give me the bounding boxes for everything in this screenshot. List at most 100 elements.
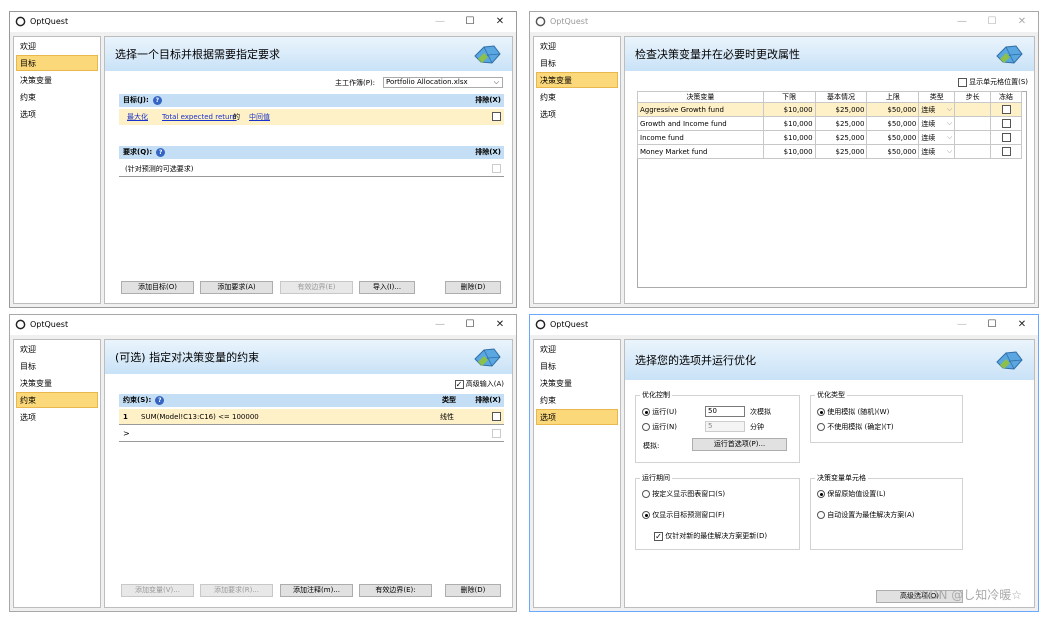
objective-metric-link[interactable]: Total expected return xyxy=(162,109,237,125)
exclude-checkbox[interactable] xyxy=(492,429,501,438)
table-row[interactable]: Aggressive Growth fund $10,000 $25,000 $… xyxy=(637,102,1022,117)
constraint-expression[interactable]: SUM(Model!C13:C16) <= 100000 xyxy=(141,409,259,425)
var-lower[interactable]: $10,000 xyxy=(762,144,816,159)
show-cell-location-checkbox[interactable] xyxy=(957,77,967,87)
nav-item-decision-vars[interactable]: 决策变量 xyxy=(16,72,98,88)
nav-item-constraints[interactable]: 约束 xyxy=(16,89,98,105)
var-freeze[interactable] xyxy=(990,102,1022,117)
run-preferences-button[interactable]: 运行首选项(P)... xyxy=(692,438,787,451)
exclude-checkbox[interactable] xyxy=(492,412,501,421)
column-header[interactable]: 冻结 xyxy=(990,91,1022,103)
var-step[interactable] xyxy=(954,116,992,131)
add-requirement-button[interactable]: 添加要求(A) xyxy=(200,281,273,294)
var-upper[interactable]: $50,000 xyxy=(866,116,920,131)
column-header[interactable]: 类型 xyxy=(918,91,956,103)
advanced-input-checkbox[interactable] xyxy=(454,379,464,389)
constraint-row[interactable]: 1 SUM(Model!C13:C16) <= 100000 线性 xyxy=(119,409,504,425)
radio-button[interactable] xyxy=(817,511,825,519)
freeze-checkbox[interactable] xyxy=(1001,119,1011,128)
minimize-button[interactable]: — xyxy=(948,15,976,29)
var-base[interactable]: $25,000 xyxy=(814,102,868,117)
var-freeze[interactable] xyxy=(990,116,1022,131)
add-requirement-button[interactable]: 添加要求(R)... xyxy=(200,584,273,597)
table-row[interactable]: Money Market fund $10,000 $25,000 $50,00… xyxy=(637,144,1022,159)
close-button[interactable]: ✕ xyxy=(1008,15,1036,29)
var-upper[interactable]: $50,000 xyxy=(866,130,920,145)
nav-item-objectives[interactable]: 目标 xyxy=(536,358,618,374)
nav-item-welcome[interactable]: 欢迎 xyxy=(16,38,98,54)
minimize-button[interactable]: — xyxy=(948,318,976,332)
nav-item-objectives[interactable]: 目标 xyxy=(16,55,98,71)
run-time-option[interactable]: 运行(N) xyxy=(642,422,677,432)
only-new-best-option[interactable]: 仅针对新的最佳解决方案更新(D) xyxy=(654,531,767,541)
nav-item-options[interactable]: 选项 xyxy=(536,106,618,122)
var-type-select[interactable]: 连续 ⌵ xyxy=(918,144,956,159)
help-icon[interactable]: ? xyxy=(155,395,165,405)
freeze-checkbox[interactable] xyxy=(1001,105,1011,114)
nav-item-decision-vars[interactable]: 决策变量 xyxy=(16,375,98,391)
nav-item-constraints[interactable]: 约束 xyxy=(16,392,98,408)
maximize-button[interactable]: ☐ xyxy=(978,15,1006,29)
table-row[interactable]: Income fund $10,000 $25,000 $50,000 连续 ⌵ xyxy=(637,130,1022,145)
no-simulation-option[interactable]: 不使用模拟 (确定)(T) xyxy=(817,422,894,432)
add-note-button[interactable]: 添加注释(m)... xyxy=(280,584,353,597)
add-objective-button[interactable]: 添加目标(O) xyxy=(121,281,194,294)
new-constraint-row[interactable]: > xyxy=(119,426,504,442)
exclude-checkbox[interactable] xyxy=(492,164,501,173)
delete-button[interactable]: 删除(D) xyxy=(445,584,501,597)
simulations-input[interactable]: 50 xyxy=(705,406,745,417)
efficient-frontier-button[interactable]: 有效边界(E): xyxy=(359,584,432,597)
custom-charts-option[interactable]: 按定义显示图表窗口(S) xyxy=(642,489,725,499)
maximize-button[interactable]: ☐ xyxy=(456,318,484,332)
var-step[interactable] xyxy=(954,102,992,117)
var-upper[interactable]: $50,000 xyxy=(866,144,920,159)
freeze-checkbox[interactable] xyxy=(1001,147,1011,156)
workbook-select[interactable]: Portfolio Allocation.xlsx ⌵ xyxy=(383,77,503,88)
var-type-select[interactable]: 连续 ⌵ xyxy=(918,130,956,145)
var-step[interactable] xyxy=(954,130,992,145)
radio-button[interactable] xyxy=(642,490,650,498)
advanced-input-option[interactable]: 高级输入(A) xyxy=(454,379,504,389)
column-header[interactable]: 下限 xyxy=(762,91,816,103)
add-variable-button[interactable]: 添加变量(V)... xyxy=(121,584,194,597)
show-cell-location-option[interactable]: 显示单元格位置(S) xyxy=(957,77,1028,87)
target-only-option[interactable]: 仅显示目标预测窗口(F) xyxy=(642,510,725,520)
close-button[interactable]: ✕ xyxy=(1008,318,1036,332)
minimize-button[interactable]: — xyxy=(426,318,454,332)
help-icon[interactable]: ? xyxy=(156,147,166,157)
delete-button[interactable]: 删除(D) xyxy=(445,281,501,294)
var-freeze[interactable] xyxy=(990,144,1022,159)
import-button[interactable]: 导入(I)... xyxy=(359,281,415,294)
var-step[interactable] xyxy=(954,144,992,159)
var-lower[interactable]: $10,000 xyxy=(762,130,816,145)
nav-item-options[interactable]: 选项 xyxy=(16,106,98,122)
nav-item-decision-vars[interactable]: 决策变量 xyxy=(536,375,618,391)
help-icon[interactable]: ? xyxy=(152,95,162,105)
nav-item-objectives[interactable]: 目标 xyxy=(16,358,98,374)
auto-set-best-option[interactable]: 自动设置为最佳解决方案(A) xyxy=(817,510,915,520)
nav-item-welcome[interactable]: 欢迎 xyxy=(536,341,618,357)
radio-button[interactable] xyxy=(817,490,825,498)
column-header[interactable]: 上限 xyxy=(866,91,920,103)
var-base[interactable]: $25,000 xyxy=(814,144,868,159)
close-button[interactable]: ✕ xyxy=(486,318,514,332)
var-freeze[interactable] xyxy=(990,130,1022,145)
keep-original-option[interactable]: 保留原始值设置(L) xyxy=(817,489,886,499)
only-new-best-checkbox[interactable] xyxy=(654,531,663,541)
use-simulation-option[interactable]: 使用模拟 (随机)(W) xyxy=(817,407,889,417)
nav-item-objectives[interactable]: 目标 xyxy=(536,55,618,71)
nav-item-constraints[interactable]: 约束 xyxy=(536,392,618,408)
column-header[interactable]: 步长 xyxy=(954,91,992,103)
exclude-checkbox[interactable] xyxy=(492,112,501,121)
var-base[interactable]: $25,000 xyxy=(814,116,868,131)
var-type-select[interactable]: 连续 ⌵ xyxy=(918,116,956,131)
objective-stat-link[interactable]: 中间值 xyxy=(249,109,270,125)
radio-button[interactable] xyxy=(817,423,825,431)
nav-item-options[interactable]: 选项 xyxy=(16,409,98,425)
radio-button[interactable] xyxy=(642,408,650,416)
nav-item-decision-vars[interactable]: 决策变量 xyxy=(536,72,618,88)
nav-item-welcome[interactable]: 欢迎 xyxy=(536,38,618,54)
minimize-button[interactable]: — xyxy=(426,15,454,29)
radio-button[interactable] xyxy=(642,511,650,519)
minutes-input[interactable]: 5 xyxy=(705,421,745,432)
